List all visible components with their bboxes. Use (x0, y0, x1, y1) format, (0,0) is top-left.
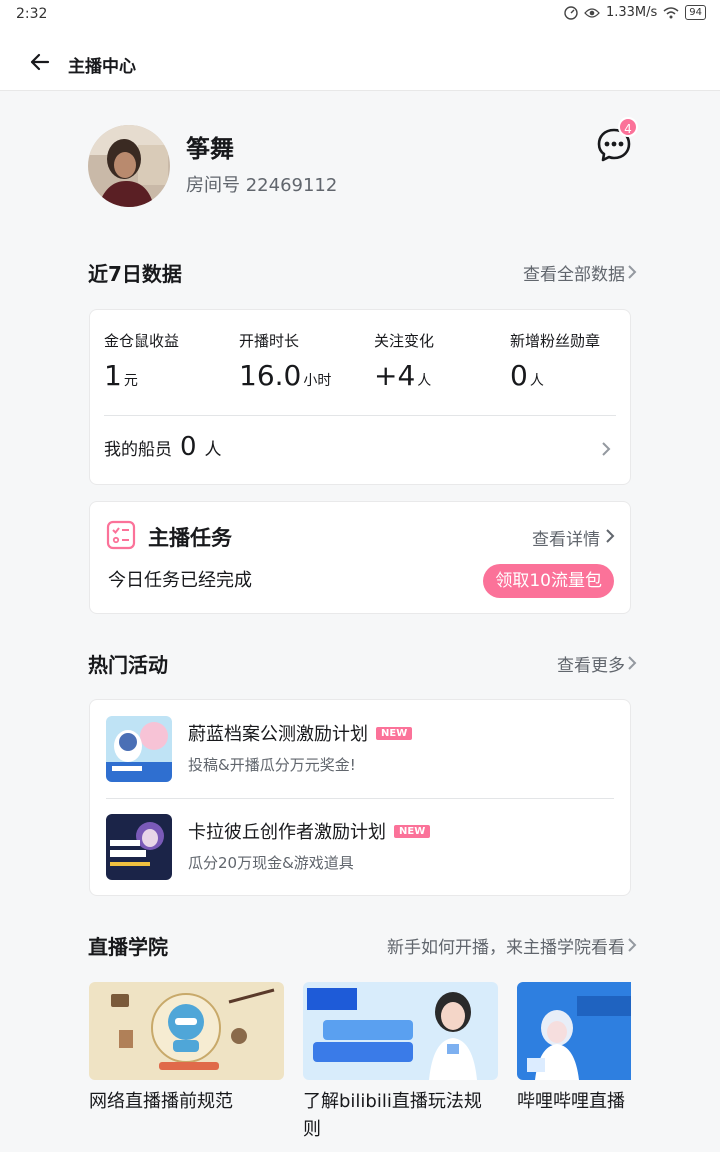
stat-value: 1 (104, 359, 122, 392)
list-item[interactable]: 蔚蓝档案公测激励计划 NEW 投稿&开播瓜分万元奖金! (106, 716, 616, 788)
course-thumbnail (517, 982, 631, 1080)
task-checklist-icon (106, 520, 136, 550)
data-section-title: 近7日数据 (88, 262, 182, 286)
course-card[interactable]: 哔哩哔哩直播 (517, 982, 631, 1116)
chevron-right-icon (628, 265, 637, 279)
stat-hamster-income[interactable]: 金仓鼠收益 1元 (104, 330, 179, 392)
activity-title: 卡拉彼丘创作者激励计划 (188, 822, 386, 843)
academy-course-list[interactable]: 网络直播播前规范 了解bilibili直播玩法规则 哔哩哔哩直播 (89, 982, 631, 1152)
chevron-right-icon (628, 938, 637, 952)
hot-section-title: 热门活动 (88, 653, 168, 677)
course-title: 网络直播播前规范 (89, 1091, 233, 1112)
stat-follow-change[interactable]: 关注变化 +4 人 (374, 330, 434, 392)
chevron-right-icon (602, 442, 611, 456)
course-title: 哔哩哔哩直播 (517, 1091, 625, 1112)
activity-thumbnail (106, 814, 172, 880)
activity-subtitle: 投稿&开播瓜分万元奖金! (188, 756, 356, 774)
battery-icon: 94 (685, 5, 706, 20)
task-card: 主播任务 查看详情 今日任务已经完成 领取10流量包 (89, 501, 631, 614)
chevron-right-icon (628, 656, 637, 670)
activity-thumbnail (106, 716, 172, 782)
divider (106, 798, 614, 799)
eye-icon (584, 7, 600, 18)
crew-value: 0 (180, 432, 197, 462)
view-more-link[interactable]: 查看更多 (557, 651, 625, 676)
course-thumbnail (89, 982, 284, 1080)
avatar[interactable] (88, 125, 170, 207)
stat-value: 0 (510, 359, 528, 392)
status-icons: 1.33M/s 94 (564, 5, 706, 20)
activity-subtitle: 瓜分20万现金&游戏道具 (188, 854, 354, 872)
course-title: 了解bilibili直播玩法规则 (303, 1091, 482, 1140)
status-bar: 2:32 1.33M/s 94 (0, 0, 720, 30)
task-status: 今日任务已经完成 (108, 570, 252, 591)
chevron-right-icon (606, 529, 615, 543)
course-thumbnail (303, 982, 498, 1080)
stat-unit: 元 (123, 373, 138, 389)
academy-more-link[interactable]: 新手如何开播，来主播学院看看 (387, 933, 625, 958)
new-badge: NEW (394, 824, 431, 838)
status-time: 2:32 (16, 6, 48, 22)
stat-unit: 人 (417, 373, 432, 389)
crew-label: 我的船员 (104, 440, 172, 460)
profile-header: 筝舞 房间号 22469112 4 (88, 117, 648, 210)
stat-value: +4 (374, 359, 416, 392)
data-card: 金仓鼠收益 1元 开播时长 16.0 小时 关注变化 +4 人 新增粉丝勋章 0人 … (89, 309, 631, 485)
stat-new-fan-medals[interactable]: 新增粉丝勋章 0人 (510, 330, 600, 392)
back-arrow-icon[interactable] (26, 48, 54, 76)
page-title: 主播中心 (68, 57, 136, 77)
academy-section-title: 直播学院 (88, 935, 168, 959)
message-count-badge: 4 (618, 117, 638, 137)
activity-title: 蔚蓝档案公测激励计划 (188, 724, 368, 745)
claim-traffic-pack-button[interactable]: 领取10流量包 (483, 564, 614, 598)
stat-unit: 人 (529, 373, 544, 389)
crew-unit: 人 (204, 440, 222, 460)
hot-section-header: 热门活动 查看更多 (88, 649, 637, 679)
stat-value: 16.0 (239, 359, 302, 392)
view-all-data-link[interactable]: 查看全部数据 (523, 260, 625, 285)
list-item[interactable]: 卡拉彼丘创作者激励计划 NEW 瓜分20万现金&游戏道具 (106, 814, 616, 886)
course-card[interactable]: 了解bilibili直播玩法规则 (303, 982, 498, 1144)
stat-label: 新增粉丝勋章 (510, 332, 601, 350)
data-section-header: 近7日数据 查看全部数据 (88, 258, 637, 288)
hot-activities-card: 蔚蓝档案公测激励计划 NEW 投稿&开播瓜分万元奖金! 卡拉彼丘创作者激励计划 … (89, 699, 631, 896)
speed-icon (564, 5, 578, 20)
network-speed: 1.33M/s (605, 5, 658, 20)
divider (104, 415, 616, 416)
stat-label: 开播时长 (239, 332, 300, 350)
room-number: 房间号 22469112 (186, 175, 338, 196)
stat-label: 金仓鼠收益 (104, 332, 180, 350)
my-crew-row[interactable]: 我的船员 0 人 (104, 432, 222, 462)
streamer-name: 筝舞 (186, 135, 234, 163)
view-task-details-link[interactable]: 查看详情 (532, 525, 600, 550)
task-title: 主播任务 (148, 526, 232, 550)
message-button[interactable]: 4 (594, 117, 638, 165)
stat-label: 关注变化 (374, 332, 435, 350)
stat-unit: 小时 (303, 373, 332, 389)
new-badge: NEW (376, 726, 413, 740)
wifi-icon (663, 6, 679, 18)
top-bar: 主播中心 (0, 30, 720, 91)
course-card[interactable]: 网络直播播前规范 (89, 982, 284, 1116)
stat-live-duration[interactable]: 开播时长 16.0 小时 (239, 330, 331, 392)
academy-section-header: 直播学院 新手如何开播，来主播学院看看 (88, 931, 637, 961)
